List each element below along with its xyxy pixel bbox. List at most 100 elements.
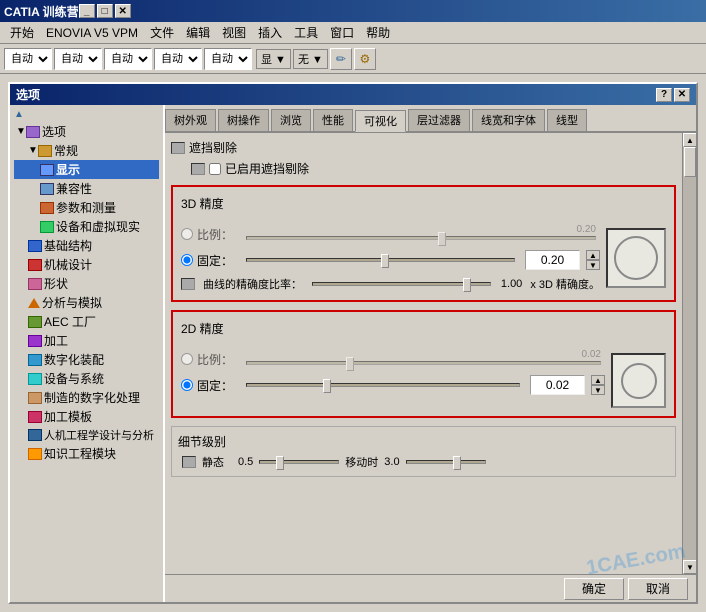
ratio-2d-thumb[interactable] xyxy=(346,357,354,371)
ratio-3d-row: 比例： 0.20 xyxy=(181,224,600,244)
toolbar-icon-2[interactable]: ⚙ xyxy=(354,48,376,70)
menu-file[interactable]: 文件 xyxy=(144,22,180,43)
tree-label-options: 选项 xyxy=(42,123,66,140)
tree-item-template[interactable]: 加工模板 xyxy=(14,407,159,426)
menu-edit[interactable]: 编辑 xyxy=(180,22,216,43)
close-button[interactable]: ✕ xyxy=(115,4,131,18)
tab-layer-filter[interactable]: 层过滤器 xyxy=(408,109,470,131)
none-dropdown[interactable]: 无 ▼ xyxy=(293,49,328,69)
tree-item-equipment[interactable]: 设备与系统 xyxy=(14,369,159,388)
scroll-down-button[interactable]: ▼ xyxy=(683,560,696,574)
scroll-up-button[interactable]: ▲ xyxy=(683,133,696,147)
fixed-2d-radio-label: 固定： xyxy=(181,377,236,394)
toolbar-select-1[interactable]: 自动 xyxy=(4,48,52,70)
tab-tree-appearance[interactable]: 树外观 xyxy=(165,109,216,131)
ratio-3d-radio-label: 比例： xyxy=(181,226,236,243)
tree-collapse-btn[interactable]: ▲ xyxy=(14,109,24,120)
toolbar-select-4[interactable]: 自动 xyxy=(154,48,202,70)
general-icon xyxy=(38,145,52,157)
fixed-3d-spin-down[interactable]: ▼ xyxy=(586,260,600,270)
display-dropdown[interactable]: 显 ▼ xyxy=(256,49,291,69)
scroll-track[interactable] xyxy=(683,147,696,560)
tab-visualization[interactable]: 可视化 xyxy=(355,110,406,132)
curve-thumb[interactable] xyxy=(463,278,471,292)
fixed-3d-input[interactable] xyxy=(525,250,580,270)
visualization-panel: 遮挡剔除 已启用遮挡剔除 3D 精度 xyxy=(165,133,682,574)
tree-item-display[interactable]: 显示 xyxy=(14,160,159,179)
menu-insert[interactable]: 插入 xyxy=(252,22,288,43)
tree-item-shape[interactable]: 形状 xyxy=(14,274,159,293)
detail-val2: 3.0 xyxy=(384,456,399,468)
base-icon xyxy=(28,240,42,252)
toolbar-select-5[interactable]: 自动 xyxy=(204,48,252,70)
tab-browse[interactable]: 浏览 xyxy=(271,109,311,131)
tree-item-general[interactable]: ▼ 常规 xyxy=(14,141,159,160)
fixed-3d-thumb[interactable] xyxy=(381,254,389,268)
menu-enovia[interactable]: ENOVIA V5 VPM xyxy=(40,24,144,42)
fixed-2d-spin-up[interactable]: ▲ xyxy=(591,375,605,385)
scroll-thumb[interactable] xyxy=(684,147,696,177)
param-icon xyxy=(40,202,54,214)
detail-slider2-thumb[interactable] xyxy=(453,456,461,470)
ratio-3d-radio[interactable] xyxy=(181,228,193,240)
menu-help[interactable]: 帮助 xyxy=(360,22,396,43)
tree-item-ergon[interactable]: 人机工程学设计与分析 xyxy=(14,426,159,444)
tree-item-digital[interactable]: 数字化装配 xyxy=(14,350,159,369)
tab-bar: 树外观 树操作 浏览 性能 可视化 层过滤器 线宽和字体 线型 xyxy=(165,105,696,133)
fixed-3d-spin-up[interactable]: ▲ xyxy=(586,250,600,260)
dialog-body: ▲ ▼ 选项 ▼ 常规 xyxy=(10,105,696,602)
tree-item-aec[interactable]: AEC 工厂 xyxy=(14,312,159,331)
tree-item-device[interactable]: 设备和虚拟现实 xyxy=(14,217,159,236)
tree-item-param[interactable]: 参数和测量 xyxy=(14,198,159,217)
detail-slider1-thumb[interactable] xyxy=(276,456,284,470)
menu-bar: 开始 ENOVIA V5 VPM 文件 编辑 视图 插入 工具 窗口 帮助 xyxy=(0,22,706,44)
tab-performance[interactable]: 性能 xyxy=(313,109,353,131)
title-bar: CATIA 训练营 _ □ ✕ xyxy=(0,0,706,22)
tree-item-mech[interactable]: 机械设计 xyxy=(14,255,159,274)
tree-item-base[interactable]: 基础结构 xyxy=(14,236,159,255)
tree-item-analysis[interactable]: 分析与模拟 xyxy=(14,293,159,312)
fixed-3d-slider-container xyxy=(242,250,519,270)
tree-item-options[interactable]: ▼ 选项 xyxy=(14,122,159,141)
fixed-2d-radio[interactable] xyxy=(181,379,193,391)
ratio-2d-radio[interactable] xyxy=(181,353,193,365)
menu-window[interactable]: 窗口 xyxy=(324,22,360,43)
occlusion-enable-checkbox[interactable] xyxy=(209,163,221,175)
toolbar-select-2[interactable]: 自动 xyxy=(54,48,102,70)
tab-linewidth-font[interactable]: 线宽和字体 xyxy=(472,109,545,131)
fixed-3d-track xyxy=(246,258,515,262)
dialog-help-button[interactable]: ? xyxy=(656,88,672,102)
tree-label-shape: 形状 xyxy=(44,275,68,292)
fixed-2d-spin-down[interactable]: ▼ xyxy=(591,385,605,395)
dialog-close-button[interactable]: ✕ xyxy=(674,88,690,102)
digital-icon xyxy=(28,354,42,366)
toolbar-select-3[interactable]: 自动 xyxy=(104,48,152,70)
fixed-2d-input[interactable] xyxy=(530,375,585,395)
tree-item-machining[interactable]: 加工 xyxy=(14,331,159,350)
maximize-button[interactable]: □ xyxy=(97,4,113,18)
fixed-3d-spinner: ▲ ▼ xyxy=(586,250,600,270)
ratio-2d-radio-label: 比例： xyxy=(181,351,236,368)
ratio-2d-slider-container: 0.02 xyxy=(242,349,605,369)
curve-value: 1.00 xyxy=(501,278,522,290)
toolbar-icon-1[interactable]: ✏ xyxy=(330,48,352,70)
menu-view[interactable]: 视图 xyxy=(216,22,252,43)
fixed-2d-thumb[interactable] xyxy=(323,379,331,393)
menu-start[interactable]: 开始 xyxy=(4,22,40,43)
fixed-3d-radio[interactable] xyxy=(181,254,193,266)
ratio-3d-thumb[interactable] xyxy=(438,232,446,246)
minimize-button[interactable]: _ xyxy=(79,4,95,18)
ok-button[interactable]: 确定 xyxy=(564,578,624,600)
tab-linetype[interactable]: 线型 xyxy=(547,109,587,131)
app-title: CATIA 训练营 xyxy=(4,3,79,20)
dialog-right-panel: 树外观 树操作 浏览 性能 可视化 层过滤器 线宽和字体 线型 xyxy=(165,105,696,602)
occlusion-checkbox-row: 已启用遮挡剔除 xyxy=(191,160,676,177)
tab-tree-operation[interactable]: 树操作 xyxy=(218,109,269,131)
tree-item-knowledge[interactable]: 知识工程模块 xyxy=(14,444,159,463)
menu-tools[interactable]: 工具 xyxy=(288,22,324,43)
tree-item-compat[interactable]: 兼容性 xyxy=(14,179,159,198)
tree-label-mech: 机械设计 xyxy=(44,256,92,273)
tree-item-mfg[interactable]: 制造的数字化处理 xyxy=(14,388,159,407)
cancel-button[interactable]: 取消 xyxy=(628,578,688,600)
dialog-bottom-bar: 确定 取消 xyxy=(165,574,696,602)
